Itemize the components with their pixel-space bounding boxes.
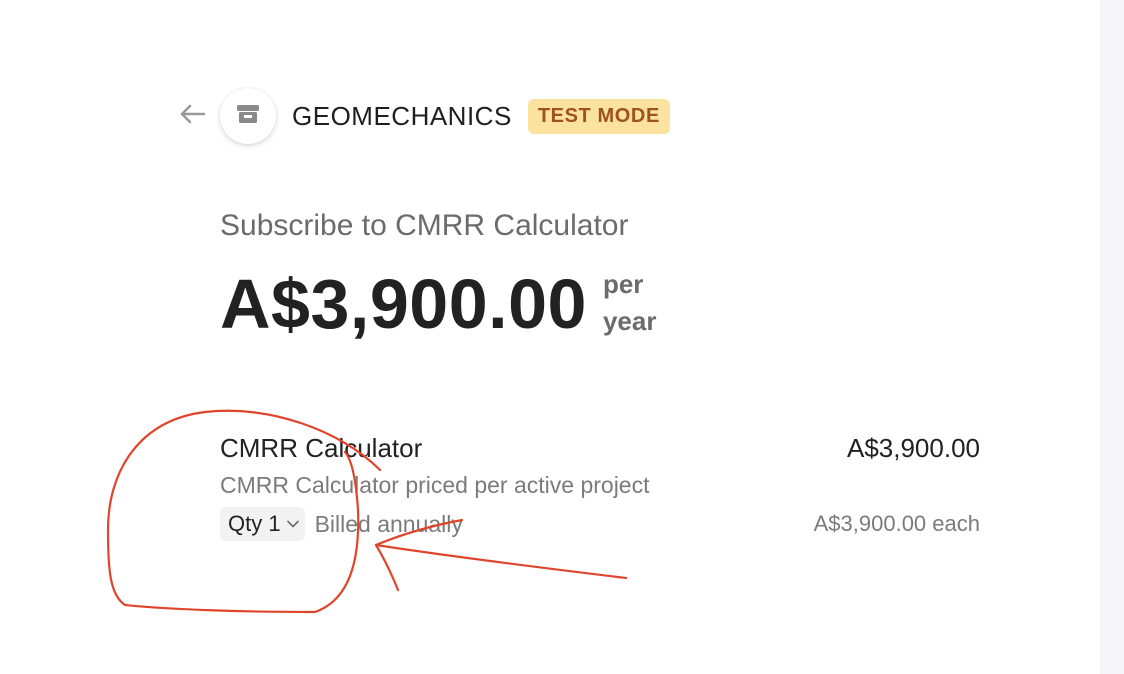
chevron-down-icon <box>286 520 299 528</box>
page-title: Subscribe to CMRR Calculator <box>220 209 629 242</box>
line-item-description: CMRR Calculator priced per active projec… <box>220 472 650 498</box>
total-price: A$3,900.00 <box>220 265 587 343</box>
back-button[interactable] <box>176 100 208 132</box>
unit-price: A$3,900.00 each <box>813 511 980 536</box>
merchant-header: GEOMECHANICS TEST MODE <box>176 88 670 144</box>
merchant-logo <box>220 88 276 144</box>
billing-period-line2: year <box>602 306 657 336</box>
billing-frequency: Billed annually <box>314 510 463 537</box>
annotation-arrow-head-lower <box>374 543 400 592</box>
quantity-selector[interactable]: Qty 1 <box>220 507 305 541</box>
arrow-left-icon <box>178 102 206 131</box>
quantity-label: Qty 1 <box>228 511 281 536</box>
annotation-arrow-shaft <box>374 543 628 580</box>
line-item-total: A$3,900.00 <box>846 432 980 463</box>
billing-period: per year <box>603 266 673 340</box>
billing-period-line1: per <box>602 269 644 299</box>
storefront-icon <box>236 103 260 130</box>
price-summary: A$3,900.00 per year <box>220 262 673 346</box>
merchant-name: GEOMECHANICS <box>292 100 512 131</box>
test-mode-badge: TEST MODE <box>527 98 670 134</box>
right-edge-panel <box>1100 0 1124 674</box>
line-item: CMRR Calculator A$3,900.00 CMRR Calculat… <box>220 430 980 542</box>
line-item-name: CMRR Calculator <box>220 432 423 463</box>
